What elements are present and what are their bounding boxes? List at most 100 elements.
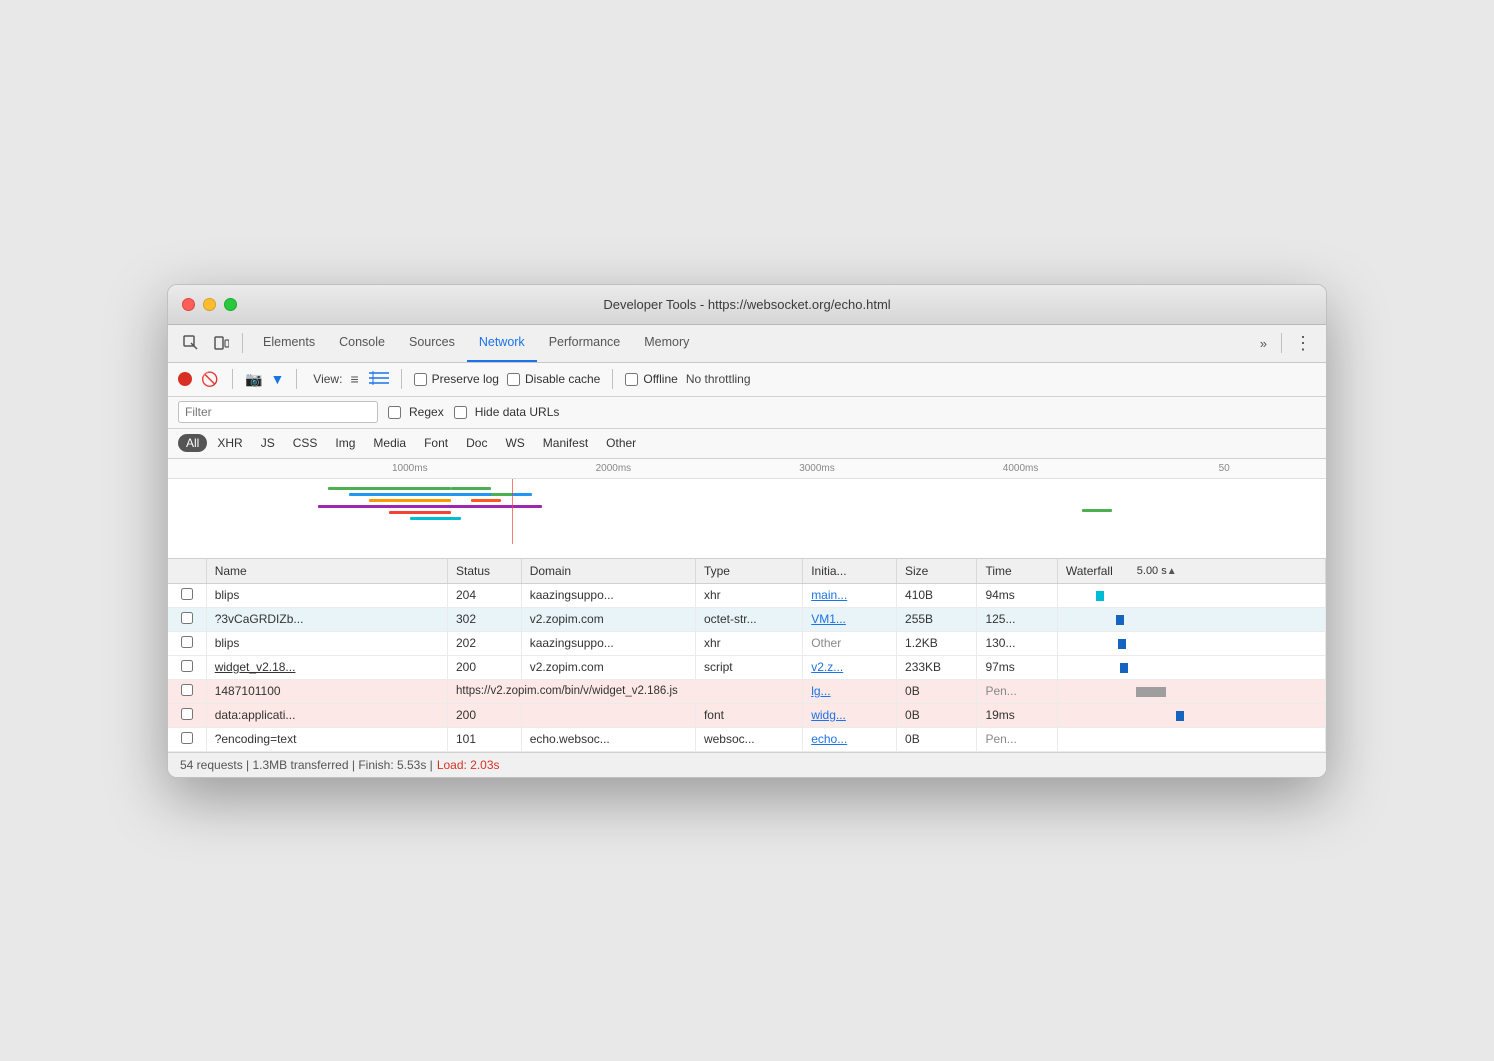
row-name[interactable]: ?encoding=text: [206, 727, 447, 751]
type-filter-media[interactable]: Media: [365, 434, 414, 452]
type-filter-ws[interactable]: WS: [497, 434, 532, 452]
tab-elements[interactable]: Elements: [251, 325, 327, 362]
tab-console[interactable]: Console: [327, 325, 397, 362]
type-filter-js[interactable]: JS: [253, 434, 283, 452]
list-view-icon[interactable]: ≡: [350, 371, 358, 387]
th-domain[interactable]: Domain: [521, 559, 695, 584]
group-view-icon[interactable]: [369, 371, 389, 388]
disable-cache-checkbox[interactable]: [507, 373, 520, 386]
row-name[interactable]: blips: [206, 631, 447, 655]
type-filter-css[interactable]: CSS: [285, 434, 326, 452]
row-checkbox-cell: [168, 727, 206, 751]
preserve-log-checkbox[interactable]: [414, 373, 427, 386]
row-size: 0B: [897, 703, 977, 727]
disable-cache-group[interactable]: Disable cache: [507, 372, 600, 386]
row-checkbox[interactable]: [181, 684, 193, 696]
th-time[interactable]: Time: [977, 559, 1057, 584]
hide-data-urls-group[interactable]: Hide data URLs: [454, 405, 560, 419]
maximize-button[interactable]: [224, 298, 237, 311]
row-checkbox[interactable]: [181, 708, 193, 720]
row-checkbox[interactable]: [181, 660, 193, 672]
capture-screenshots-icon[interactable]: 📷: [245, 371, 262, 388]
row-time: 130...: [977, 631, 1057, 655]
type-filter-img[interactable]: Img: [327, 434, 363, 452]
tab-performance[interactable]: Performance: [537, 325, 633, 362]
row-checkbox[interactable]: [181, 588, 193, 600]
tab-memory[interactable]: Memory: [632, 325, 701, 362]
type-filter-other[interactable]: Other: [598, 434, 644, 452]
offline-checkbox[interactable]: [625, 373, 638, 386]
filter-input[interactable]: [178, 401, 378, 423]
row-initiator[interactable]: widg...: [803, 703, 897, 727]
row-initiator[interactable]: VM1...: [803, 607, 897, 631]
row-waterfall: [1057, 703, 1325, 727]
clear-log-icon[interactable]: 🚫: [200, 369, 220, 389]
row-initiator[interactable]: lg...: [803, 679, 897, 703]
divider-3: [232, 369, 233, 389]
row-waterfall: [1057, 583, 1325, 607]
row-name[interactable]: ?3vCaGRDIZb...: [206, 607, 447, 631]
preserve-log-group[interactable]: Preserve log: [414, 372, 499, 386]
row-name[interactable]: data:applicati...: [206, 703, 447, 727]
filter-bar: Regex Hide data URLs: [168, 397, 1326, 429]
row-domain: v2.zopim.com: [521, 607, 695, 631]
titlebar: Developer Tools - https://websocket.org/…: [168, 285, 1326, 325]
row-checkbox[interactable]: [181, 636, 193, 648]
row-domain: v2.zopim.com: [521, 655, 695, 679]
row-initiator[interactable]: main...: [803, 583, 897, 607]
row-checkbox[interactable]: [181, 612, 193, 624]
row-waterfall: [1057, 679, 1325, 703]
table-row: blips 202 kaazingsuppo... xhr Other 1.2K…: [168, 631, 1326, 655]
offline-group[interactable]: Offline: [625, 372, 677, 386]
th-name[interactable]: Name: [206, 559, 447, 584]
filter-icon[interactable]: ▼: [270, 371, 284, 387]
th-status[interactable]: Status: [447, 559, 521, 584]
record-button[interactable]: [178, 372, 192, 386]
type-filter-xhr[interactable]: XHR: [209, 434, 250, 452]
row-time: 19ms: [977, 703, 1057, 727]
table-row: ?3vCaGRDIZb... 302 v2.zopim.com octet-st…: [168, 607, 1326, 631]
row-type: xhr: [695, 583, 802, 607]
settings-menu-button[interactable]: ⋮: [1290, 333, 1316, 354]
row-initiator[interactable]: echo...: [803, 727, 897, 751]
preserve-log-label: Preserve log: [432, 372, 499, 386]
row-domain: kaazingsuppo...: [521, 583, 695, 607]
more-tabs-button[interactable]: »: [1254, 336, 1273, 351]
row-size: 1.2KB: [897, 631, 977, 655]
table-row: data:applicati... 200 font widg... 0B 19…: [168, 703, 1326, 727]
row-checkbox[interactable]: [181, 732, 193, 744]
th-waterfall[interactable]: Waterfall 5.00 s▲: [1057, 559, 1325, 584]
row-initiator[interactable]: v2.z...: [803, 655, 897, 679]
tab-sources[interactable]: Sources: [397, 325, 467, 362]
network-table-container: Name Status Domain Type Initia... Size T…: [168, 559, 1326, 752]
type-filter-all[interactable]: All: [178, 434, 207, 452]
tab-network[interactable]: Network: [467, 325, 537, 362]
divider-2: [1281, 333, 1282, 353]
throttling-selector[interactable]: No throttling: [686, 372, 751, 386]
regex-label: Regex: [409, 405, 444, 419]
type-filter-manifest[interactable]: Manifest: [535, 434, 596, 452]
row-initiator: Other: [803, 631, 897, 655]
regex-group[interactable]: Regex: [388, 405, 444, 419]
th-type[interactable]: Type: [695, 559, 802, 584]
type-filter-font[interactable]: Font: [416, 434, 456, 452]
close-button[interactable]: [182, 298, 195, 311]
divider-5: [401, 369, 402, 389]
row-name[interactable]: 1487101100: [206, 679, 447, 703]
row-status: 200: [447, 703, 521, 727]
tabs: Elements Console Sources Network Perform…: [251, 325, 1250, 362]
hide-data-urls-checkbox[interactable]: [454, 406, 467, 419]
minimize-button[interactable]: [203, 298, 216, 311]
row-checkbox-cell: [168, 583, 206, 607]
type-filter-doc[interactable]: Doc: [458, 434, 495, 452]
regex-checkbox[interactable]: [388, 406, 401, 419]
timeline-ruler: 1000ms 2000ms 3000ms 4000ms 50: [168, 459, 1326, 479]
row-name[interactable]: widget_v2.18...: [206, 655, 447, 679]
divider-6: [612, 369, 613, 389]
device-toolbar-icon[interactable]: [208, 330, 234, 356]
row-name[interactable]: blips: [206, 583, 447, 607]
th-initiator[interactable]: Initia...: [803, 559, 897, 584]
th-size[interactable]: Size: [897, 559, 977, 584]
ruler-mark-3: 3000ms: [715, 463, 919, 474]
inspect-element-icon[interactable]: [178, 330, 204, 356]
